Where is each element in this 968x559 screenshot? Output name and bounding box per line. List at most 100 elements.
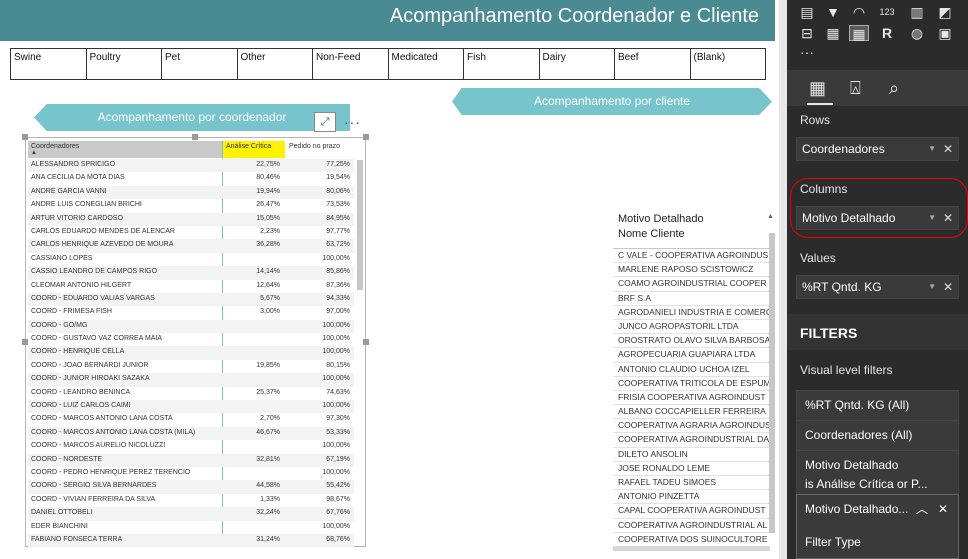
resize-handle[interactable] [192,134,198,140]
table-row[interactable]: COORD - EDUARDO VALIAS VARGAS 5,67% 94,33% [28,292,354,307]
table-row[interactable]: EDER BIANCHINI 100,00% [28,521,354,534]
client-row[interactable]: AGROPECUARIA GUAPIARA LTDA [613,348,770,363]
more-options-icon[interactable]: ··· [344,114,361,130]
kpi-icon[interactable]: ◩ [935,4,955,20]
client-row[interactable]: COOPERATIVA AGRARIA AGROINDUST [613,419,770,434]
client-row[interactable]: JUNCO AGROPASTORIL LTDA [613,320,770,335]
slicer-item-blank[interactable]: (Blank) [690,48,766,80]
table-row[interactable]: CASSIO LEANDRO DE CAMPOS RIGO 14,14% 85,86… [28,266,354,280]
table-row[interactable]: COORD - JOAO BERNARDI JUNIOR 19,85% 80,15% [28,360,354,373]
slicer-item-dairy[interactable]: Dairy [539,48,615,80]
slicer-item-poultry[interactable]: Poultry [86,48,162,80]
funnel-icon[interactable]: ▼ [823,4,843,20]
slicer-item-swine[interactable]: Swine [10,48,87,80]
gauge-icon[interactable]: ◠ [849,4,869,20]
sort-arrow-icon[interactable]: ▲ [31,150,37,156]
table-row[interactable]: ANDRE GARCIA VANNI 19,94% 80,06% [28,185,354,200]
header-analise-critica[interactable]: Análise Crítica [223,141,285,158]
card-icon[interactable]: 123 [877,4,897,20]
client-row[interactable]: COOPERATIVA AGROINDUSTRIAL AL [613,519,770,533]
slicer-item-other[interactable]: Other [237,48,313,80]
table-row[interactable]: ARTUR VITORIO CARDOSO 15,05% 84,95% [28,212,354,226]
client-row[interactable]: DILETO ANSOLIN [613,448,770,462]
table-row[interactable]: COORD - NORDESTE 32,81% 67,19% [28,453,354,467]
client-row[interactable]: ALBANO COCCAPIELLER FERREIRA [613,405,770,420]
table-row[interactable]: CARLOS HENRIQUE AZEVEDO DE MOURA 36,28% 63… [28,239,354,253]
analytics-magnifier-icon[interactable]: ⌕ [889,78,899,99]
client-row[interactable]: COOPERATIVA AGROINDUSTRIAL DA [613,433,770,448]
client-row[interactable]: COOPERATIVA TRITICOLA DE ESPUM [613,377,770,391]
focus-mode-icon[interactable]: ⤢ [314,112,336,132]
table-row[interactable]: FABIANO FONSECA TERRA 31,24% 68,76% [28,533,354,548]
filter-card-motivo-expanded[interactable]: Motivo Detalhado... ︿ ✕ Filter Type [796,494,959,559]
slicer-item-pet[interactable]: Pet [162,48,238,80]
filter-card-rt-qntd[interactable]: %RT Qntd. KG (All) [796,390,959,421]
client-row[interactable]: RAFAEL TADEU SIMOES [613,476,770,491]
filter-card-motivo[interactable]: Motivo Detalhado is Análise Crítica or P… [796,450,959,500]
client-row[interactable]: ANTONIO PINZETTA [613,490,770,505]
table-row[interactable]: ANA CECILIA DA MOTA DIAS 80,46% 19,54% [28,172,354,185]
stacked-chart-icon[interactable]: ▤ [797,4,817,20]
table-row[interactable]: COORD - PEDRO HENRIQUE PEREZ TERENCIO 100… [28,467,354,480]
table-row[interactable]: COORD - MARCOS ANTONIO LANA COSTA 2,70% 97… [28,413,354,426]
header-pedido-no-prazo[interactable]: Pedido no prazo [286,141,354,158]
table-row[interactable]: CASSIANO LOPES 100,00% [28,253,354,266]
client-row[interactable]: FRISIA COOPERATIVA AGROINDUST [613,391,770,406]
table-icon[interactable]: ▦ [823,25,843,41]
values-well[interactable]: %RT Qntd. KG ▼ ✕ [796,275,959,299]
category-slicer[interactable]: Swine Poultry Pet Other Non-Feed Medicat… [10,48,766,80]
table-row[interactable]: ALESSANDRO SPRICIGO 22,75% 77,25% [28,159,354,173]
rows-well[interactable]: Coordenadores ▼ ✕ [796,137,959,161]
header-nome-cliente[interactable]: Nome Cliente [618,227,704,242]
slicer-item-fish[interactable]: Fish [464,48,540,80]
table-row[interactable]: ANDRE LUIS CONEGLIAN BRICHI 26,47% 73,53% [28,199,354,212]
slicer-item-medicated[interactable]: Medicated [388,48,464,80]
table-row[interactable]: COORD - MARCOS ANTONIO LANA COSTA (MILA)… [28,426,354,441]
table-row[interactable]: COORD - GUSTAVO VAZ CORREA MAIA 100,00% [28,333,354,346]
header-coordenadores[interactable]: Coordenadores [28,141,222,158]
chevron-down-icon[interactable]: ▼ [928,144,936,153]
slicer-item-beef[interactable]: Beef [615,48,691,80]
table-row[interactable]: COORD - JUNIOR HIROAKI SAZAKA 100,00% [28,373,354,387]
client-row[interactable]: MARLENE RAPOSO SCISTOWICZ [613,263,770,278]
close-icon[interactable]: ✕ [943,280,953,294]
slicer-item-non-feed[interactable]: Non-Feed [313,48,389,80]
globe-icon[interactable]: ◍ [907,25,927,41]
close-icon[interactable]: ✕ [938,500,948,519]
close-icon[interactable]: ✕ [943,142,953,156]
client-vertical-scrollbar[interactable] [769,233,775,533]
resize-handle[interactable] [22,134,28,140]
resize-handle[interactable] [363,134,369,140]
client-row[interactable]: COOPERATIVA DOS SUINOCULTORE [613,533,770,546]
client-row[interactable]: BRF S.A [613,292,770,306]
resize-handle[interactable] [363,339,369,345]
multirow-card-icon[interactable]: ▥ [907,4,927,20]
table-row[interactable]: COORD - LEANDRO BENINCA 25,37% 74,63% [28,387,354,400]
header-motivo-detalhado[interactable]: Motivo Detalhado [618,212,704,227]
table-row[interactable]: COORD - SERGIO SILVA BERNARDES 44,58% 55,4… [28,480,354,494]
client-row[interactable]: C VALE - COOPERATIVA AGROINDUS [613,249,770,264]
table-row[interactable]: COORD - GO/MG 100,00% [28,319,354,334]
table-row[interactable]: CLEOMAR ANTONIO HILGERT 12,64% 87,36% [28,280,354,293]
client-row[interactable]: AGRODANIELI INDUSTRIA E COMERC [613,306,770,320]
table-row[interactable]: COORD - LUIZ CARLOS CAIMI 100,00% [28,400,354,414]
client-horizontal-scrollbar[interactable] [613,546,770,551]
table-row[interactable]: COORD - VIVIAN FERREIRA DA SILVA 1,33% 98,… [28,494,354,507]
client-row[interactable]: COAMO AGROINDUSTRIAL COOPER [613,277,770,292]
scroll-up-icon[interactable]: ▲ [767,213,774,220]
matrix-scrollbar[interactable] [357,160,363,290]
table-row[interactable]: COORD - FRIMESA FISH 3,00% 97,00% [28,306,354,319]
client-row[interactable]: CAPAL COOPERATIVA AGROINDUST [613,504,770,519]
table-row[interactable]: CARLOS EDUARDO MENDES DE ALENCAR 2,23% 97,… [28,226,354,239]
slicer-icon[interactable]: ⊟ [797,25,817,41]
r-visual-icon[interactable]: R [877,25,897,41]
chevron-up-icon[interactable]: ︿ [916,500,928,519]
fields-grid-icon[interactable]: ▦ [809,78,826,99]
client-row[interactable]: JOSE RONALDO LEME [613,462,770,476]
client-row[interactable]: ANTONIO CLAUDIO UCHOA IZEL [613,363,770,377]
more-visuals-icon[interactable]: ··· [797,44,817,60]
client-row[interactable]: OROSTRATO OLAVO SILVA BARBOSA [613,334,770,349]
filter-card-coordenadores[interactable]: Coordenadores (All) [796,420,959,451]
matrix-icon[interactable]: ▦ [849,25,869,42]
table-row[interactable]: COORD - HENRIQUE CELLA 100,00% [28,346,354,360]
